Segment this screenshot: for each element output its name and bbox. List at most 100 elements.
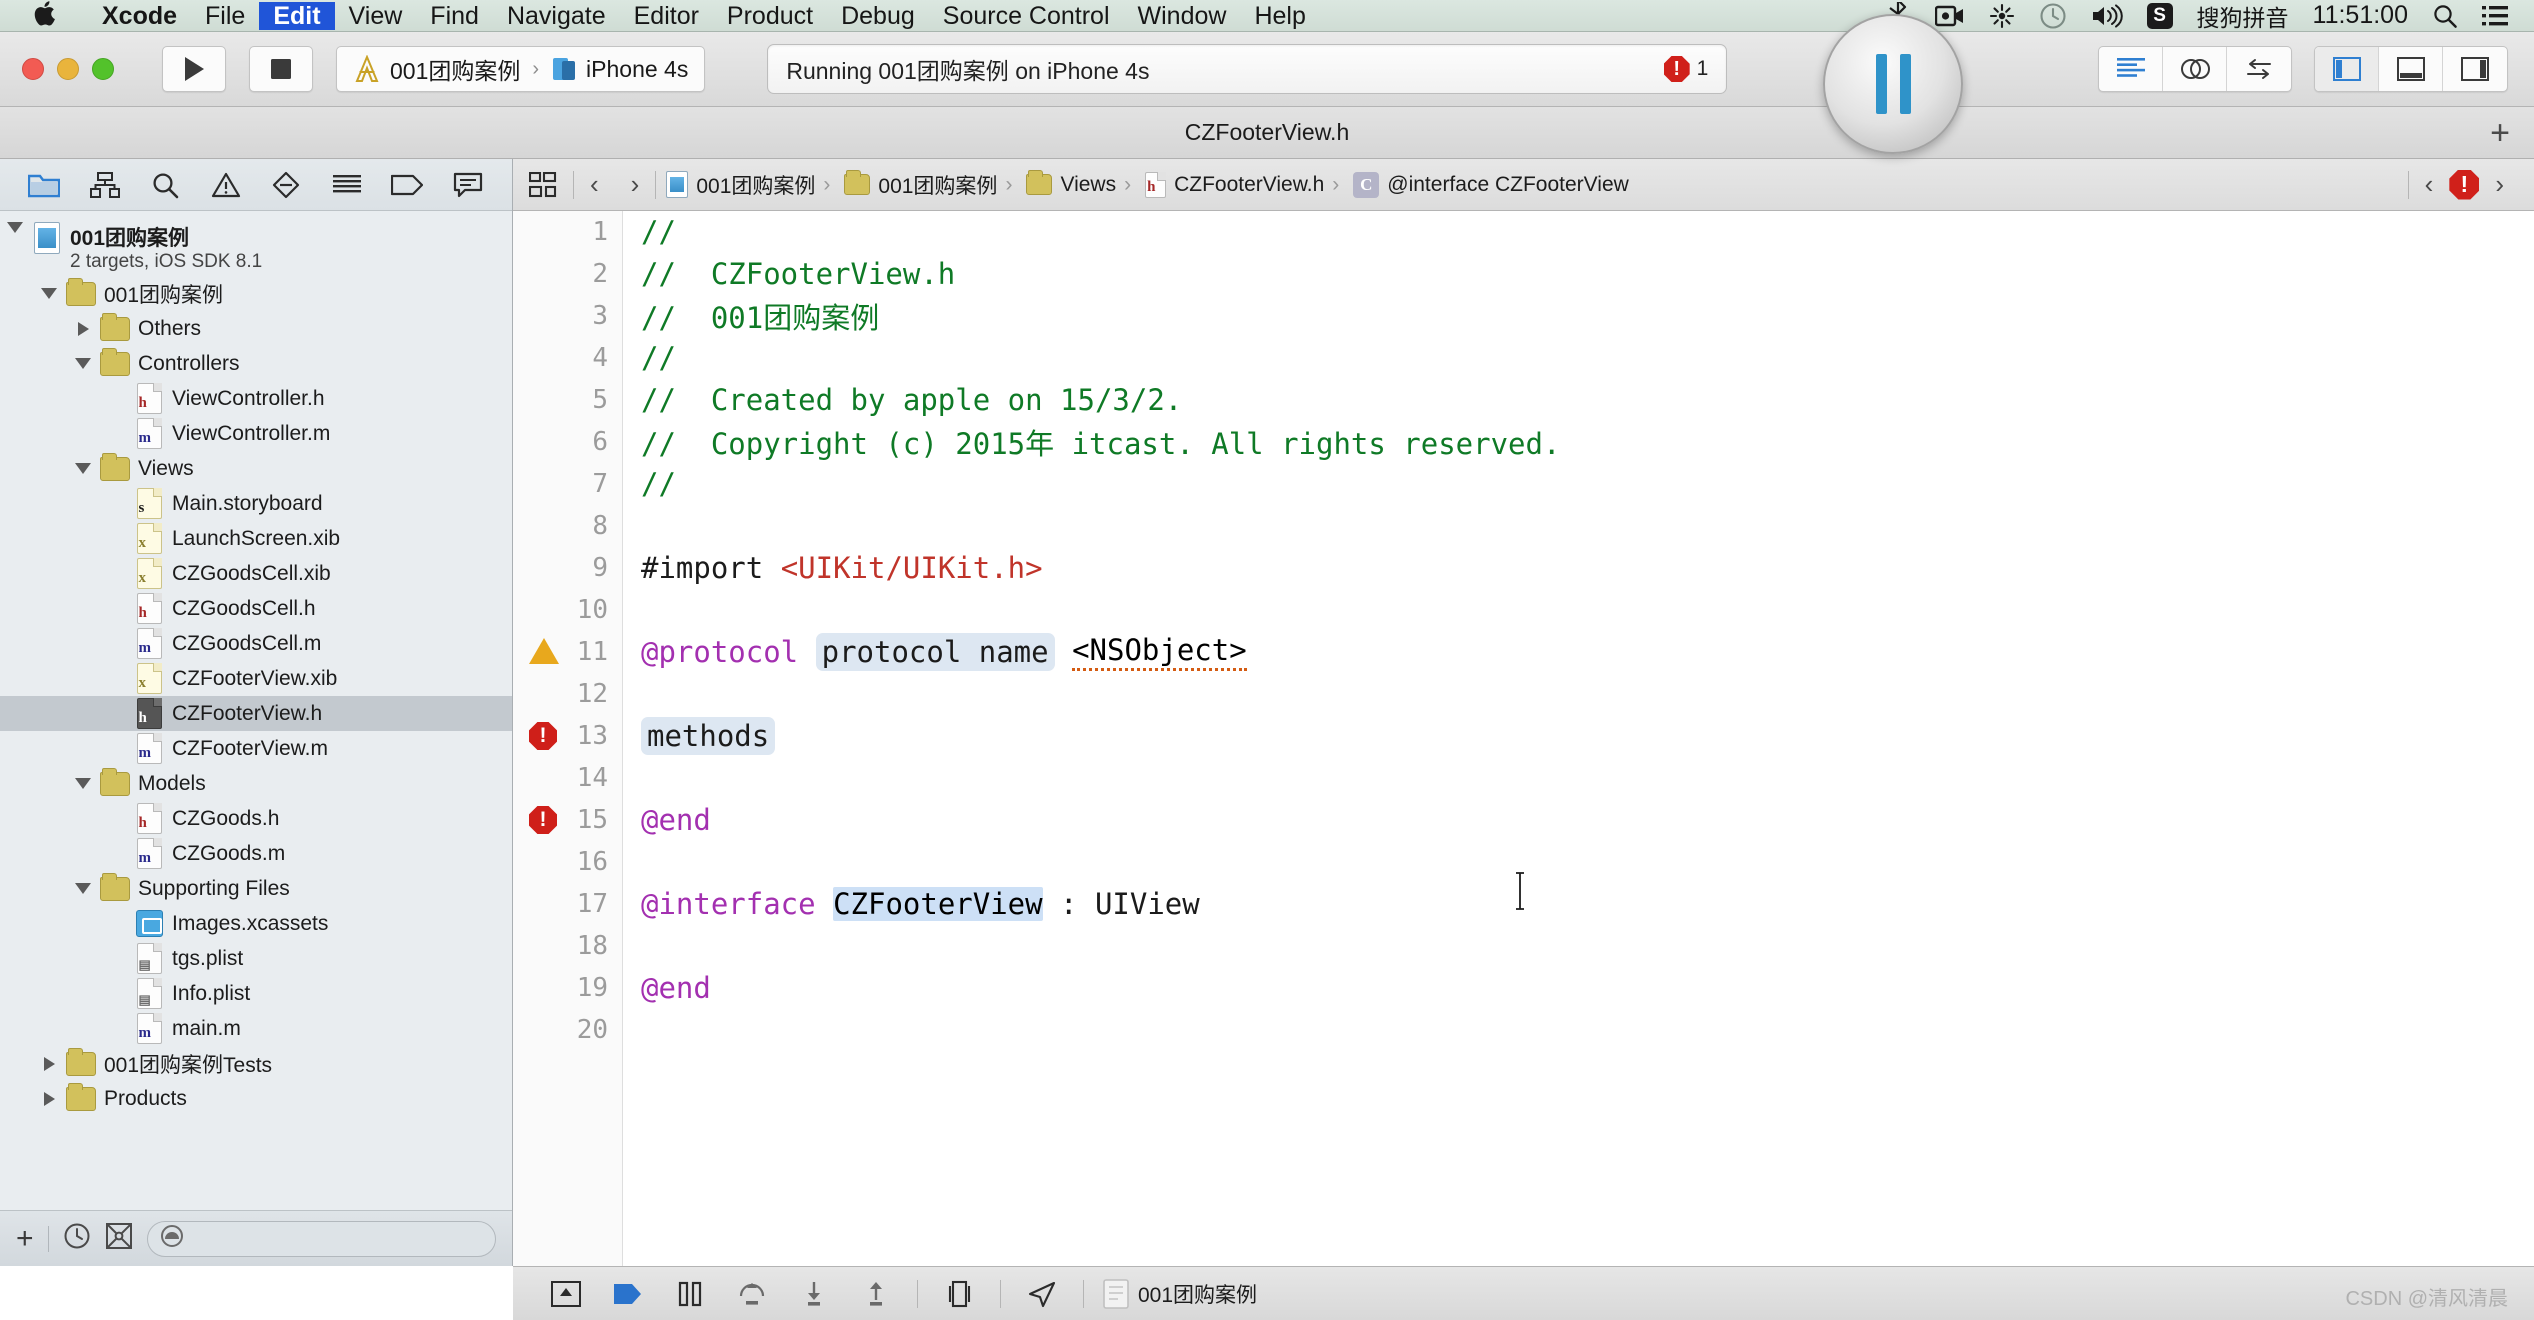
line-number[interactable]: 14 (513, 757, 622, 799)
navigate-back-button[interactable]: ‹ (574, 169, 615, 200)
menu-xcode[interactable]: Xcode (88, 2, 191, 30)
navigator-row[interactable]: s Main.storyboard (0, 486, 512, 521)
line-number[interactable]: 12 (513, 673, 622, 715)
menu-debug[interactable]: Debug (827, 2, 929, 30)
disclosure-triangle-open-icon[interactable] (41, 288, 57, 299)
debug-process-label[interactable]: 001团购案例 (1138, 1279, 1257, 1309)
previous-issue-button[interactable]: ‹ (2409, 169, 2450, 200)
assistant-editor-button[interactable] (2163, 47, 2227, 91)
menubar-clock[interactable]: 11:51:00 (2301, 0, 2420, 32)
navigator-row[interactable]: m CZGoods.m (0, 836, 512, 871)
navigator-filter-input[interactable] (146, 1220, 496, 1257)
standard-editor-button[interactable] (2099, 47, 2163, 91)
breadcrumb-group[interactable]: 001团购案例 (834, 170, 1001, 200)
run-button[interactable] (162, 46, 226, 92)
menu-find[interactable]: Find (416, 2, 493, 30)
navigator-row[interactable]: h CZGoods.h (0, 801, 512, 836)
menu-help[interactable]: Help (1240, 2, 1319, 30)
code-line[interactable]: // Copyright (c) 2015年 itcast. All right… (623, 421, 2534, 463)
line-number[interactable]: ! 15 (513, 799, 622, 841)
navigator-row[interactable]: h CZFooterView.h (0, 696, 512, 731)
toggle-navigator-button[interactable] (2315, 47, 2379, 91)
stop-button[interactable] (249, 46, 313, 92)
code-line[interactable] (623, 925, 2534, 967)
code-line[interactable]: #import <UIKit/UIKit.h> (623, 547, 2534, 589)
line-number[interactable]: 16 (513, 841, 622, 883)
location-simulate-icon[interactable] (1011, 1280, 1073, 1308)
add-tab-button[interactable]: + (2490, 116, 2510, 150)
input-method-label[interactable]: 搜狗拼音 (2185, 0, 2301, 32)
error-marker-icon[interactable]: ! (529, 722, 557, 750)
navigator-row[interactable]: m ViewController.m (0, 416, 512, 451)
breadcrumb-symbol[interactable]: C @interface CZFooterView (1343, 171, 1633, 198)
code-line[interactable] (623, 673, 2534, 715)
view-debugging-icon[interactable] (928, 1280, 990, 1308)
navigator-row[interactable]: m CZFooterView.m (0, 731, 512, 766)
navigator-row[interactable]: h ViewController.h (0, 381, 512, 416)
pause-overlay-indicator[interactable] (1823, 14, 1963, 154)
navigator-row[interactable]: ▤ Info.plist (0, 976, 512, 1011)
navigator-row[interactable]: h CZGoodsCell.h (0, 591, 512, 626)
line-number[interactable]: 9 (513, 547, 622, 589)
menu-edit[interactable]: Edit (259, 1, 335, 30)
disclosure-cell[interactable] (34, 1091, 64, 1106)
code-line[interactable]: @protocol protocol name <NSObject> (623, 631, 2534, 673)
menu-navigate[interactable]: Navigate (493, 2, 620, 30)
volume-icon[interactable] (2079, 0, 2135, 32)
navigator-row[interactable]: x CZGoodsCell.xib (0, 556, 512, 591)
find-navigator-icon[interactable] (142, 165, 188, 205)
version-editor-button[interactable] (2227, 47, 2291, 91)
filter-text-field[interactable] (183, 1227, 483, 1250)
disclosure-triangle-open-icon[interactable] (75, 358, 91, 369)
code-line[interactable] (623, 505, 2534, 547)
disclosure-cell[interactable] (68, 463, 98, 474)
menu-editor[interactable]: Editor (620, 2, 713, 30)
line-number[interactable]: 17 (513, 883, 622, 925)
clock-icon[interactable] (63, 1222, 91, 1255)
test-navigator-icon[interactable] (263, 165, 309, 205)
line-number[interactable]: 8 (513, 505, 622, 547)
line-number[interactable]: 19 (513, 967, 622, 1009)
navigator-row[interactable]: Views (0, 451, 512, 486)
menu-file[interactable]: File (191, 2, 259, 30)
navigator-row[interactable]: 001团购案例Tests (0, 1046, 512, 1081)
navigator-row[interactable]: Controllers (0, 346, 512, 381)
navigator-row[interactable]: Images.xcassets (0, 906, 512, 941)
line-number[interactable]: 6 (513, 421, 622, 463)
disclosure-cell[interactable] (0, 222, 30, 233)
warning-marker-icon[interactable] (529, 638, 559, 664)
code-line[interactable] (623, 757, 2534, 799)
disclosure-triangle-open-icon[interactable] (75, 883, 91, 894)
menu-view[interactable]: View (335, 2, 417, 30)
disclosure-triangle-open-icon[interactable] (75, 778, 91, 789)
line-number[interactable]: 4 (513, 337, 622, 379)
activity-error-group[interactable]: ! 1 (1663, 56, 1708, 82)
issue-navigator-icon[interactable] (203, 165, 249, 205)
search-icon[interactable] (2420, 0, 2470, 32)
debug-navigator-icon[interactable] (324, 165, 370, 205)
navigator-row[interactable]: m CZGoodsCell.m (0, 626, 512, 661)
breadcrumb-views[interactable]: Views (1016, 170, 1120, 197)
code-line[interactable]: // Created by apple on 15/3/2. (623, 379, 2534, 421)
minimize-window-button[interactable] (57, 58, 79, 80)
toggle-utilities-button[interactable] (2443, 47, 2507, 91)
line-number[interactable]: 5 (513, 379, 622, 421)
code-line[interactable]: // (623, 211, 2534, 253)
navigator-row[interactable]: Supporting Files (0, 871, 512, 906)
disclosure-cell[interactable] (68, 321, 98, 336)
toggle-debug-area-button[interactable] (2379, 47, 2443, 91)
disclosure-cell[interactable] (68, 358, 98, 369)
line-number[interactable]: ! 13 (513, 715, 622, 757)
add-file-button[interactable]: + (16, 1223, 34, 1254)
symbol-navigator-icon[interactable] (82, 165, 128, 205)
navigator-row[interactable]: x CZFooterView.xib (0, 661, 512, 696)
pause-icon[interactable] (659, 1281, 721, 1307)
line-number[interactable]: 10 (513, 589, 622, 631)
apple-logo-icon[interactable] (34, 0, 58, 32)
error-octagon-icon[interactable]: ! (2449, 169, 2480, 200)
code-line[interactable]: @end (623, 967, 2534, 1009)
navigator-row[interactable]: Models (0, 766, 512, 801)
breadcrumb-project[interactable]: 001团购案例 (656, 170, 819, 200)
line-number[interactable]: 11 (513, 631, 622, 673)
disclosure-triangle-open-icon[interactable] (7, 222, 23, 233)
